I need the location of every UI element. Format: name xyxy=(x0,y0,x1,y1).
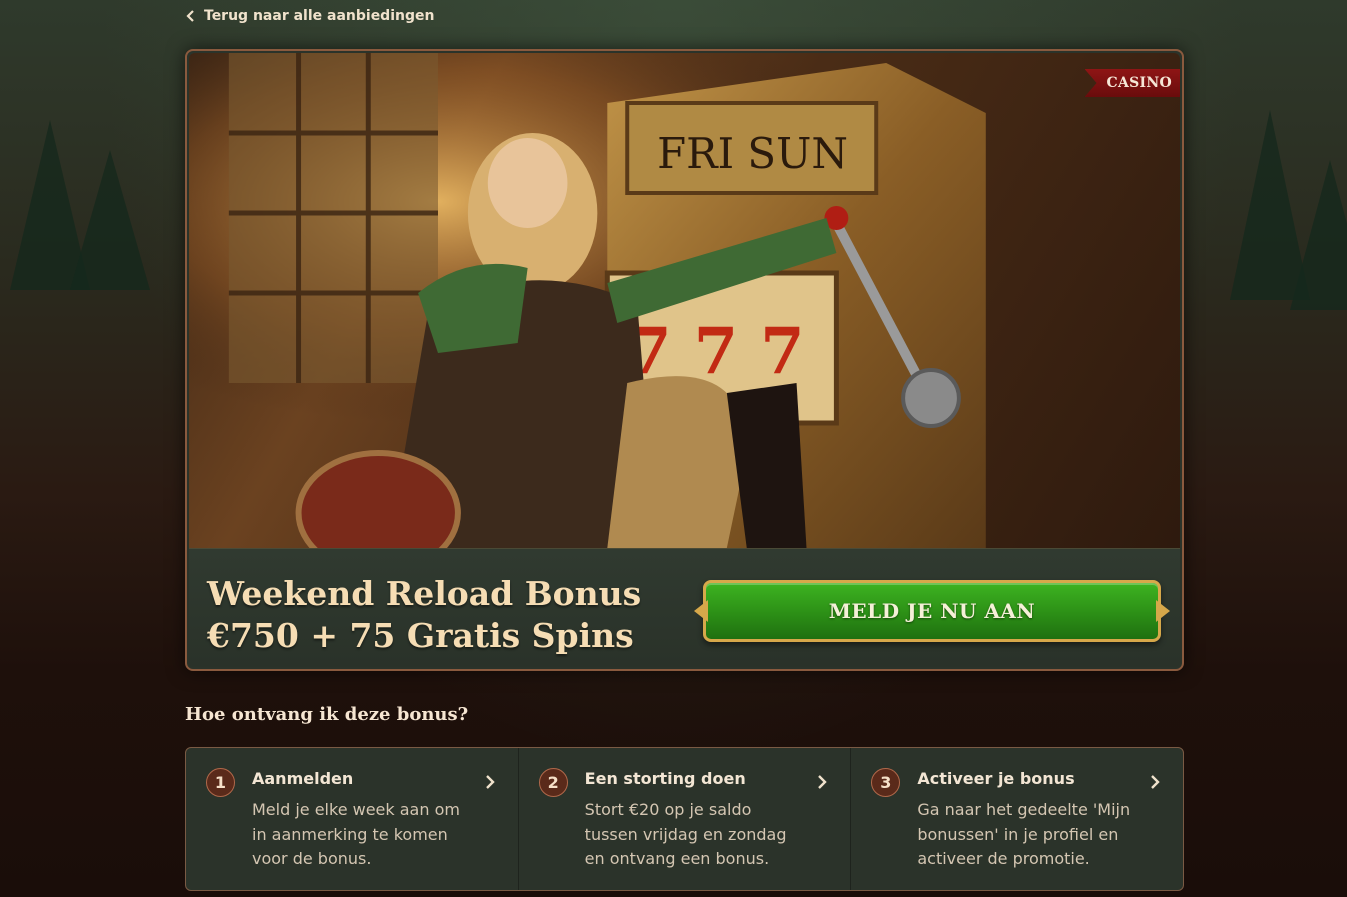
background-tree xyxy=(70,150,150,290)
offer-title-line2: €750 + 75 Gratis Spins xyxy=(207,616,634,655)
step-description: Meld je elke week aan om in aanmerking t… xyxy=(252,800,460,868)
how-to-heading: Hoe ontvang ik deze bonus? xyxy=(185,704,469,725)
offer-footer: Weekend Reload Bonus €750 + 75 Gratis Sp… xyxy=(189,548,1180,667)
background-tree xyxy=(1290,160,1347,310)
button-ornament-right xyxy=(1156,600,1170,622)
category-badge: CASINO xyxy=(1084,69,1180,97)
step-title: Activeer je bonus xyxy=(917,769,1075,788)
step-item[interactable]: 1 Aanmelden Meld je elke week aan om in … xyxy=(186,748,518,890)
back-to-offers-link[interactable]: Terug naar alle aanbiedingen xyxy=(186,8,434,24)
back-link-label: Terug naar alle aanbiedingen xyxy=(204,8,435,24)
offer-title: Weekend Reload Bonus €750 + 75 Gratis Sp… xyxy=(207,573,641,657)
sign-up-button[interactable]: MELD JE NU AAN xyxy=(694,580,1170,642)
hero-image: FRI SUN 7 7 7 CASINO xyxy=(189,53,1180,548)
chevron-left-icon xyxy=(186,10,194,22)
step-description: Ga naar het gedeelte 'Mijn bonussen' in … xyxy=(917,800,1131,868)
sign-up-button-label: MELD JE NU AAN xyxy=(828,599,1036,623)
button-ornament-left xyxy=(694,600,708,622)
step-title: Aanmelden xyxy=(252,769,354,788)
step-description: Stort €20 op je saldo tussen vrijdag en … xyxy=(584,800,787,868)
steps-panel: 1 Aanmelden Meld je elke week aan om in … xyxy=(185,747,1184,891)
step-item[interactable]: 3 Activeer je bonus Ga naar het gedeelte… xyxy=(850,748,1183,890)
step-number: 3 xyxy=(871,768,901,797)
step-number: 2 xyxy=(538,768,568,797)
chevron-right-icon xyxy=(485,775,495,789)
offer-card: FRI SUN 7 7 7 CASINO Weekend Reload Bonu… xyxy=(185,49,1184,671)
chevron-right-icon xyxy=(818,775,828,789)
offer-title-line1: Weekend Reload Bonus xyxy=(207,574,642,613)
step-item[interactable]: 2 Een storting doen Stort €20 op je sald… xyxy=(517,748,851,890)
step-title: Een storting doen xyxy=(584,769,746,788)
slot-sign-text: FRI SUN xyxy=(657,129,848,178)
chevron-right-icon xyxy=(1151,775,1160,789)
step-number: 1 xyxy=(206,768,235,797)
